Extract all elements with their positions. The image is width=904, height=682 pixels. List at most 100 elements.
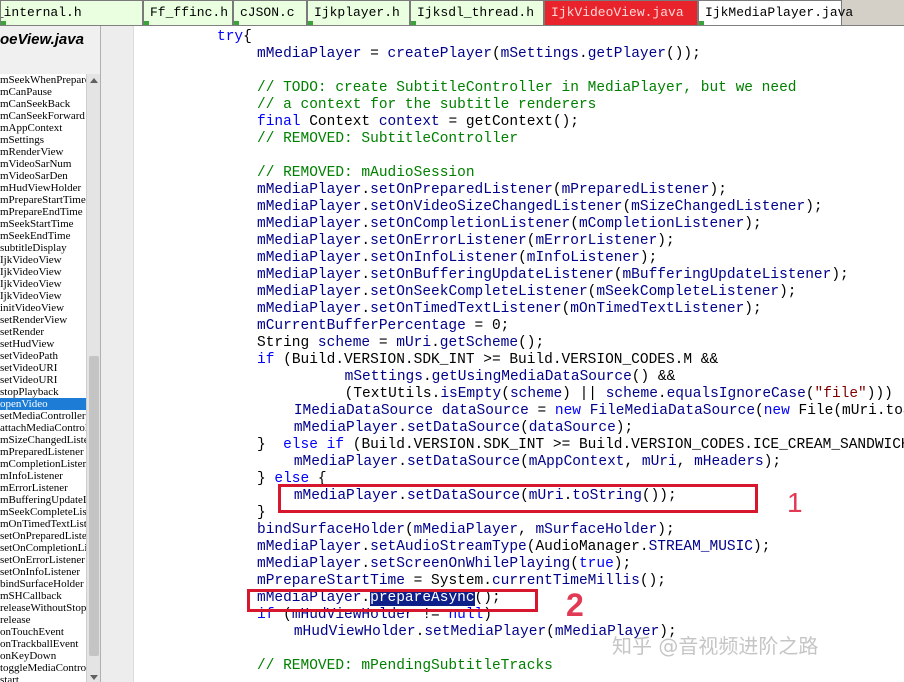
- symbol-item[interactable]: bindSurfaceHolder: [0, 578, 86, 590]
- symbol-item[interactable]: IjkVideoView: [0, 278, 86, 290]
- code-line[interactable]: mCurrentBufferPercentage = 0;: [257, 318, 509, 335]
- code-line[interactable]: mMediaPlayer.setOnErrorListener(mErrorLi…: [257, 233, 675, 250]
- code-line[interactable]: // REMOVED: SubtitleController: [257, 131, 518, 148]
- symbol-item[interactable]: mErrorListener: [0, 482, 86, 494]
- code-token: mUri: [396, 335, 432, 351]
- symbol-item[interactable]: subtitleDisplay: [0, 242, 86, 254]
- tab-ijksdl-thread-h[interactable]: Ijksdl_thread.h: [410, 0, 544, 25]
- code-line[interactable]: mMediaPlayer.setDataSource(mAppContext, …: [259, 454, 781, 471]
- scroll-up-icon[interactable]: [90, 78, 98, 83]
- code-line[interactable]: mMediaPlayer.setOnInfoListener(mInfoList…: [257, 250, 657, 267]
- symbol-item[interactable]: setVideoURI: [0, 362, 86, 374]
- code-line[interactable]: mMediaPlayer = createPlayer(mSettings.ge…: [257, 46, 701, 63]
- symbol-item[interactable]: mSeekStartTime: [0, 218, 86, 230]
- code-line[interactable]: // REMOVED: mPendingSubtitleTracks: [257, 658, 553, 675]
- tab-ijkplayer-h[interactable]: Ijkplayer.h: [307, 0, 410, 25]
- code-token: else if: [283, 437, 345, 453]
- symbol-item[interactable]: setOnInfoListener: [0, 566, 86, 578]
- symbol-item[interactable]: mSeekEndTime: [0, 230, 86, 242]
- tab-player-internal-h[interactable]: player_internal.h: [0, 0, 143, 25]
- symbol-item[interactable]: mCanSeekForward: [0, 110, 86, 122]
- code-line[interactable]: } else if (Build.VERSION.SDK_INT >= Buil…: [257, 437, 904, 454]
- symbol-item[interactable]: mSettings: [0, 134, 86, 146]
- symbol-item[interactable]: releaseWithoutStop: [0, 602, 86, 614]
- symbol-item[interactable]: mSHCallback: [0, 590, 86, 602]
- code-token: scheme: [605, 386, 658, 402]
- symbol-item[interactable]: IjkVideoView: [0, 266, 86, 278]
- symbol-item[interactable]: mPrepareEndTime: [0, 206, 86, 218]
- symbol-item[interactable]: mVideoSarDen: [0, 170, 86, 182]
- symbol-item[interactable]: openVideo: [0, 398, 86, 410]
- symbol-item[interactable]: mSizeChangedListener: [0, 434, 86, 446]
- code-editor[interactable]: try{ mMediaPlayer = createPlayer(mSetting…: [135, 26, 904, 682]
- code-line[interactable]: mMediaPlayer.setOnPreparedListener(mPrep…: [257, 182, 727, 199]
- code-line[interactable]: final Context context = getContext();: [257, 114, 579, 131]
- symbol-item[interactable]: mAppContext: [0, 122, 86, 134]
- code-line[interactable]: // REMOVED: mAudioSession: [257, 165, 475, 182]
- code-line[interactable]: mMediaPlayer.setAudioStreamType(AudioMan…: [257, 539, 770, 556]
- symbol-item[interactable]: onTrackballEvent: [0, 638, 86, 650]
- symbol-item[interactable]: mCompletionListener: [0, 458, 86, 470]
- code-line[interactable]: mMediaPlayer.setOnTimedTextListener(mOnT…: [257, 301, 762, 318]
- code-line[interactable]: mMediaPlayer.setDataSource(dataSource);: [259, 420, 633, 437]
- code-line[interactable]: mMediaPlayer.setScreenOnWhilePlaying(tru…: [257, 556, 631, 573]
- symbol-list[interactable]: mSeekWhenPrepared mCanPause mCanSeekBack mC…: [0, 74, 86, 682]
- code-line[interactable]: try{: [217, 29, 252, 46]
- tab-ijkmediaplayer-java[interactable]: IjkMediaPlayer.java: [698, 0, 853, 25]
- code-line[interactable]: // TODO: create SubtitleController in Me…: [257, 80, 797, 97]
- symbol-item[interactable]: stopPlayback: [0, 386, 86, 398]
- code-line[interactable]: mMediaPlayer.setOnBufferingUpdateListene…: [257, 267, 849, 284]
- code-line[interactable]: (TextUtils.isEmpty(scheme) || scheme.equ…: [275, 386, 893, 403]
- symbol-item[interactable]: setOnCompletionListener: [0, 542, 86, 554]
- code-line[interactable]: bindSurfaceHolder(mMediaPlayer, mSurface…: [257, 522, 675, 539]
- scrollbar-thumb[interactable]: [89, 356, 99, 656]
- symbol-item[interactable]: setVideoURI: [0, 374, 86, 386]
- symbol-item[interactable]: mPreparedListener: [0, 446, 86, 458]
- code-line[interactable]: if (Build.VERSION.SDK_INT >= Build.VERSI…: [257, 352, 718, 369]
- code-line[interactable]: mMediaPlayer.setOnSeekCompleteListener(m…: [257, 284, 797, 301]
- symbol-item[interactable]: setRenderView: [0, 314, 86, 326]
- code-line[interactable]: // a context for the subtitle renderers: [257, 97, 596, 114]
- symbol-item[interactable]: mInfoListener: [0, 470, 86, 482]
- code-token: ();: [552, 114, 579, 130]
- symbol-item[interactable]: mCanPause: [0, 86, 86, 98]
- symbol-item[interactable]: attachMediaController: [0, 422, 86, 434]
- symbol-item[interactable]: onTouchEvent: [0, 626, 86, 638]
- tab-cjson-c[interactable]: cJSON.c: [233, 0, 307, 25]
- symbol-list-scrollbar[interactable]: [86, 74, 100, 682]
- symbol-item[interactable]: IjkVideoView: [0, 290, 86, 302]
- symbol-item[interactable]: IjkVideoView: [0, 254, 86, 266]
- code-line[interactable]: mMediaPlayer.setOnVideoSizeChangedListen…: [257, 199, 823, 216]
- symbol-item[interactable]: initVideoView: [0, 302, 86, 314]
- symbol-item[interactable]: setMediaController: [0, 410, 86, 422]
- code-line[interactable]: String scheme = mUri.getScheme();: [257, 335, 544, 352]
- scroll-down-icon[interactable]: [90, 675, 98, 680]
- symbol-item[interactable]: mBufferingUpdateListener: [0, 494, 86, 506]
- code-line[interactable]: mMediaPlayer.setOnCompletionListener(mCo…: [257, 216, 762, 233]
- symbol-item[interactable]: mCanSeekBack: [0, 98, 86, 110]
- code-token: (: [501, 386, 510, 402]
- symbol-item[interactable]: mSeekWhenPrepared: [0, 74, 86, 86]
- symbol-item[interactable]: toggleMediaControlsVisiblity: [0, 662, 86, 674]
- symbol-item[interactable]: mRenderView: [0, 146, 86, 158]
- symbol-item[interactable]: setOnPreparedListener: [0, 530, 86, 542]
- symbol-item[interactable]: setVideoPath: [0, 350, 86, 362]
- tab-ijkvideoview-java[interactable]: IjkVideoView.java: [544, 0, 698, 25]
- symbol-item[interactable]: setRender: [0, 326, 86, 338]
- symbol-item[interactable]: mHudViewHolder: [0, 182, 86, 194]
- symbol-item[interactable]: release: [0, 614, 86, 626]
- symbol-item[interactable]: start: [0, 674, 86, 682]
- code-line[interactable]: }: [257, 505, 266, 522]
- symbol-item[interactable]: mPrepareStartTime: [0, 194, 86, 206]
- code-line[interactable]: mSettings.getUsingMediaDataSource() &&: [275, 369, 676, 386]
- code-line[interactable]: IMediaDataSource dataSource = new FileMe…: [259, 403, 904, 420]
- symbol-item[interactable]: setHudView: [0, 338, 86, 350]
- code-line[interactable]: mPrepareStartTime = System.currentTimeMi…: [257, 573, 666, 590]
- symbol-item[interactable]: mOnTimedTextListener: [0, 518, 86, 530]
- symbol-item[interactable]: setOnErrorListener: [0, 554, 86, 566]
- code-token: mMediaPlayer: [257, 182, 362, 198]
- symbol-item[interactable]: mSeekCompleteListener: [0, 506, 86, 518]
- symbol-item[interactable]: onKeyDown: [0, 650, 86, 662]
- symbol-item[interactable]: mVideoSarNum: [0, 158, 86, 170]
- tab-ff-ffinc-h[interactable]: Ff_ffinc.h: [143, 0, 233, 25]
